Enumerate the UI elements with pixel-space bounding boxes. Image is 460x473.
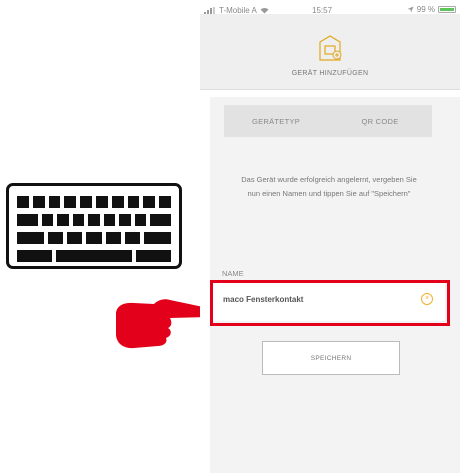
highlight-frame (210, 280, 450, 326)
header: GERÄT HINZUFÜGEN (200, 14, 460, 90)
success-message: Das Gerät wurde erfolgreich angelernt, v… (241, 175, 417, 198)
keyboard-row (17, 232, 171, 244)
add-device-icon (319, 35, 342, 61)
wifi-icon (260, 7, 269, 14)
battery-icon (438, 6, 456, 13)
pointing-hand-icon (116, 299, 211, 349)
keyboard-row (17, 196, 171, 208)
tab-device-type[interactable]: GERÄTETYP (224, 105, 328, 137)
battery-percent: 99 % (416, 5, 435, 14)
page-title: GERÄT HINZUFÜGEN (291, 70, 369, 77)
tab-qr-code[interactable]: QR CODE (328, 105, 432, 137)
keyboard-row (17, 214, 172, 226)
signal-icon (204, 7, 215, 14)
status-right: 99 % (407, 5, 456, 14)
location-icon (407, 6, 414, 13)
phone-screen: T-Mobile A 15:57 99 % GERÄT HINZUFÜGEN G… (200, 0, 460, 473)
keyboard-icon (6, 183, 182, 269)
name-label: NAME (222, 269, 244, 278)
keyboard-row (17, 250, 171, 262)
tab-bar: GERÄTETYP QR CODE (224, 105, 432, 137)
save-button[interactable]: SPEICHERN (262, 341, 400, 375)
